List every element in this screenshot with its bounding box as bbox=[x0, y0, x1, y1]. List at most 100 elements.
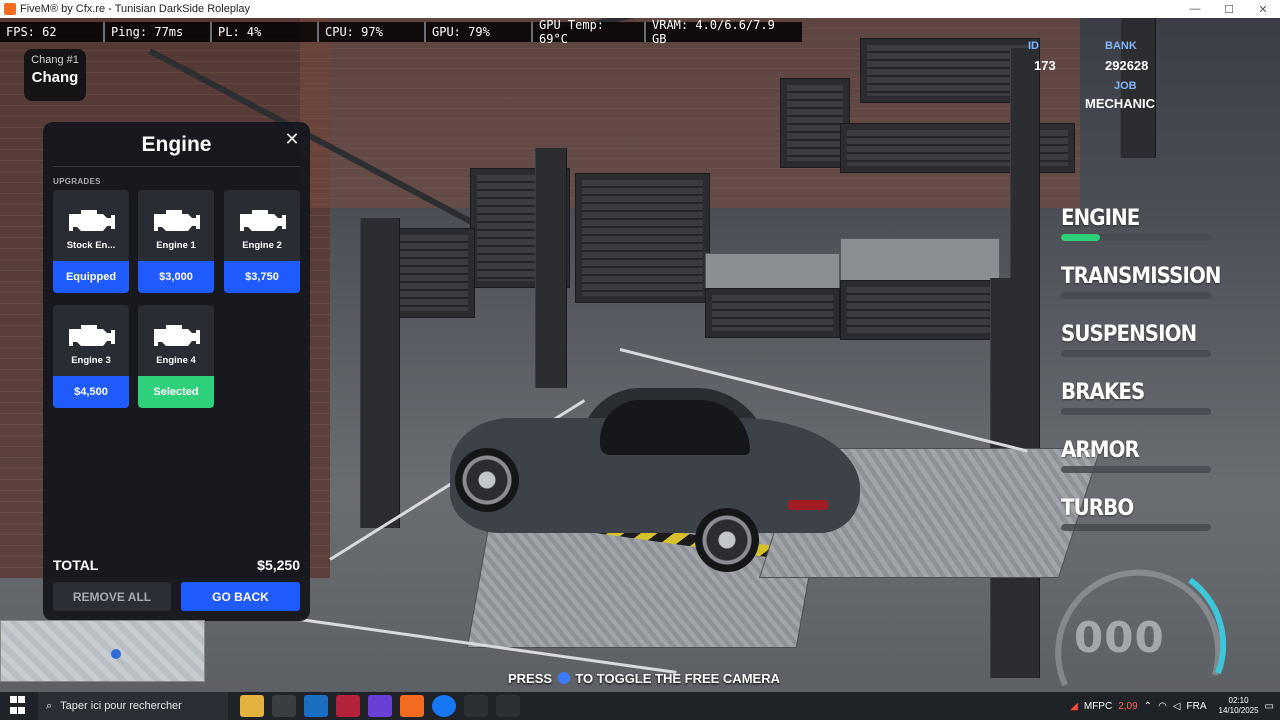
windows-taskbar: ⌕ Taper ici pour rechercher ◢ MFPC 2,09 … bbox=[0, 692, 1280, 720]
buy-engine-1-button[interactable]: $3,000 bbox=[138, 261, 214, 293]
tool-cabinet bbox=[575, 173, 710, 303]
volume-icon[interactable]: ◁ bbox=[1173, 701, 1181, 712]
discord-icon[interactable] bbox=[368, 695, 392, 717]
engine-icon bbox=[240, 210, 286, 231]
maximize-button[interactable]: ☐ bbox=[1212, 0, 1246, 18]
upgrade-name: Engine 2 bbox=[242, 240, 282, 251]
upgrade-card-engine-2[interactable]: Engine 2 $3,750 bbox=[224, 190, 300, 293]
taskbar-clock[interactable]: 02:10 14/10/2025 bbox=[1219, 696, 1259, 716]
player-blip-icon bbox=[111, 649, 121, 659]
fivem-icon[interactable] bbox=[400, 695, 424, 717]
total-value: $5,250 bbox=[257, 557, 300, 573]
selected-button[interactable]: Selected bbox=[138, 376, 214, 408]
hint-prefix: PRESS bbox=[508, 671, 553, 686]
performance-stats-bar: FPS: 62 Ping: 77ms PL: 4% CPU: 97% GPU: … bbox=[0, 18, 802, 46]
buy-engine-2-button[interactable]: $3,750 bbox=[224, 261, 300, 293]
taskbar-search[interactable]: ⌕ Taper ici pour rechercher bbox=[38, 692, 228, 720]
system-tray: ◢ MFPC 2,09 ⌃ ◠ ◁ FRA 02:10 14/10/2025 ▭ bbox=[1070, 692, 1280, 720]
category-label: ARMOR bbox=[1061, 438, 1140, 463]
minimap bbox=[0, 620, 205, 682]
category-engine[interactable]: ENGINE bbox=[1061, 206, 1221, 241]
category-transmission[interactable]: TRANSMISSION bbox=[1061, 264, 1221, 299]
panel-title: Engine bbox=[141, 133, 212, 156]
car-window bbox=[600, 400, 750, 455]
app-icon[interactable] bbox=[496, 695, 520, 717]
wifi-icon[interactable]: ◠ bbox=[1158, 701, 1167, 712]
app-icon[interactable] bbox=[336, 695, 360, 717]
job-label: JOB bbox=[1114, 80, 1137, 92]
search-placeholder: Taper ici pour rechercher bbox=[60, 700, 182, 712]
close-window-button[interactable]: ✕ bbox=[1246, 0, 1280, 18]
category-armor[interactable]: ARMOR bbox=[1061, 438, 1221, 473]
upgrade-name: Engine 3 bbox=[71, 355, 111, 366]
remove-all-button[interactable]: REMOVE ALL bbox=[53, 582, 171, 611]
upgrade-name: Engine 4 bbox=[156, 355, 196, 366]
car-taillight bbox=[788, 500, 828, 510]
fps-stat: FPS: 62 bbox=[0, 22, 105, 42]
category-label: ENGINE bbox=[1061, 206, 1140, 231]
close-icon[interactable]: ✕ bbox=[282, 130, 302, 150]
upgrade-card-engine-1[interactable]: Engine 1 $3,000 bbox=[138, 190, 214, 293]
chevron-up-icon[interactable]: ⌃ bbox=[1144, 701, 1152, 712]
tray-label: MFPC bbox=[1083, 700, 1113, 712]
engine-icon bbox=[69, 325, 115, 346]
facebook-icon[interactable] bbox=[432, 695, 456, 717]
notification-icon[interactable]: ▭ bbox=[1265, 701, 1274, 712]
go-back-button[interactable]: GO BACK bbox=[181, 582, 300, 611]
total-label: TOTAL bbox=[53, 557, 99, 573]
category-label: BRAKES bbox=[1061, 380, 1145, 405]
free-camera-hint: PRESS TO TOGGLE THE FREE CAMERA bbox=[508, 671, 780, 686]
start-button[interactable] bbox=[10, 696, 30, 716]
upgrade-name: Stock En... bbox=[66, 240, 116, 251]
equipped-button[interactable]: Equipped bbox=[53, 261, 129, 293]
upgrade-card-engine-3[interactable]: Engine 3 $4,500 bbox=[53, 305, 129, 408]
gpu-stat: GPU: 79% bbox=[426, 22, 533, 42]
tool-cabinet bbox=[705, 288, 840, 338]
player-name: Chang bbox=[31, 69, 79, 86]
store-icon[interactable] bbox=[272, 695, 296, 717]
upgrade-name: Engine 1 bbox=[156, 240, 196, 251]
lang-indicator[interactable]: FRA bbox=[1187, 701, 1207, 712]
app-icon[interactable] bbox=[464, 695, 488, 717]
tool-cabinet bbox=[840, 280, 1000, 340]
engine-icon bbox=[154, 325, 200, 346]
workbench bbox=[840, 238, 1000, 283]
gpu-temp-stat: GPU Temp: 69°C bbox=[533, 18, 646, 46]
key-icon bbox=[557, 672, 570, 684]
bank-value: 292628 bbox=[1105, 58, 1149, 73]
player-handle: Chang #1 bbox=[31, 54, 79, 66]
category-progress-track bbox=[1061, 350, 1211, 357]
cpu-stat: CPU: 97% bbox=[319, 22, 426, 42]
outlook-icon[interactable] bbox=[304, 695, 328, 717]
window-title: FiveM® by Cfx.re - Tunisian DarkSide Rol… bbox=[20, 3, 251, 15]
buy-engine-3-button[interactable]: $4,500 bbox=[53, 376, 129, 408]
speed-value: 000 bbox=[1074, 613, 1165, 662]
packet-loss-stat: PL: 4% bbox=[212, 22, 319, 42]
category-brakes[interactable]: BRAKES bbox=[1061, 380, 1221, 415]
window-titlebar: FiveM® by Cfx.re - Tunisian DarkSide Rol… bbox=[0, 0, 1280, 18]
search-icon: ⌕ bbox=[46, 699, 53, 712]
car-wheel bbox=[695, 508, 759, 572]
upgrade-card-stock[interactable]: Stock En... Equipped bbox=[53, 190, 129, 293]
car-wheel bbox=[455, 448, 519, 512]
minimize-button[interactable]: — bbox=[1178, 0, 1212, 18]
category-label: TURBO bbox=[1061, 496, 1134, 521]
category-label: SUSPENSION bbox=[1061, 322, 1197, 347]
bank-label: BANK bbox=[1105, 40, 1137, 52]
upgrade-card-engine-4[interactable]: Engine 4 Selected bbox=[138, 305, 214, 408]
ping-stat: Ping: 77ms bbox=[105, 22, 212, 42]
engine-icon bbox=[69, 210, 115, 231]
category-label: TRANSMISSION bbox=[1061, 264, 1221, 289]
clock-date: 14/10/2025 bbox=[1218, 706, 1259, 715]
category-suspension[interactable]: SUSPENSION bbox=[1061, 322, 1221, 357]
top-right-hud: ID 173 BANK 292628 JOB MECHANIC bbox=[1028, 40, 1280, 120]
file-explorer-icon[interactable] bbox=[240, 695, 264, 717]
category-progress-track bbox=[1061, 466, 1211, 473]
hint-suffix: TO TOGGLE THE FREE CAMERA bbox=[575, 671, 780, 686]
panel-divider bbox=[53, 166, 300, 167]
sports-car bbox=[440, 378, 860, 578]
lift-pillar bbox=[535, 148, 567, 388]
workbench bbox=[705, 253, 840, 293]
category-turbo[interactable]: TURBO bbox=[1061, 496, 1221, 531]
player-badge: Chang #1 Chang bbox=[24, 49, 86, 101]
